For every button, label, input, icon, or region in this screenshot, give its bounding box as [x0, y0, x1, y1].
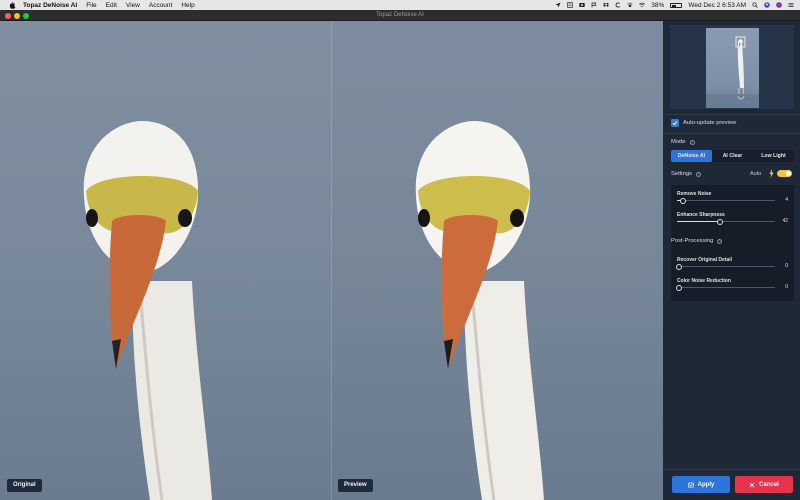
mode-title: Mode [671, 139, 686, 145]
apply-icon [687, 482, 694, 488]
slider-knob[interactable] [676, 263, 682, 270]
control-center-icon[interactable] [788, 2, 794, 8]
mode-low-light-button[interactable]: Low Light [753, 150, 794, 162]
remove-noise-slider[interactable]: Remove Noise 4 [677, 191, 788, 204]
flag-icon[interactable] [591, 2, 597, 8]
apply-label: Apply [697, 481, 715, 488]
slider-label: Color Noise Reduction [677, 278, 731, 284]
mode-header: Mode ? [671, 139, 695, 145]
paw-icon[interactable] [627, 2, 633, 8]
help-icon[interactable]: ? [695, 171, 701, 177]
window-titlebar[interactable]: Topaz DeNoise AI [0, 10, 800, 21]
navigator-box[interactable] [670, 25, 794, 109]
original-label: Original [7, 479, 42, 492]
slider-knob[interactable] [676, 284, 682, 291]
thumbnail-egret-image [706, 36, 759, 108]
settings-title: Settings [671, 171, 692, 177]
recover-original-detail-slider[interactable]: Recover Original Detail 0 [676, 257, 788, 270]
mode-denoise-ai-button[interactable]: DeNoise AI [671, 150, 712, 162]
panel-separator [663, 469, 800, 470]
battery-icon[interactable] [670, 2, 683, 8]
status-area: 38% Wed Dec 2 6:53 AM [555, 0, 794, 10]
preview-egret-image [415, 121, 544, 500]
slider-knob[interactable] [679, 197, 686, 204]
slider-track[interactable] [677, 287, 775, 288]
window-title: Topaz DeNoise AI [376, 12, 424, 18]
slider-label: Enhance Sharpness [677, 212, 725, 218]
slider-fill [677, 221, 719, 222]
slider-value: 0 [785, 284, 788, 290]
settings-panel: Auto-update preview Mode ? DeNoise AI AI… [663, 21, 800, 500]
cancel-label: Cancel [759, 481, 779, 488]
slider-track[interactable] [677, 266, 775, 267]
auto-label: Auto [750, 171, 762, 177]
menu-account[interactable]: Account [149, 2, 173, 9]
post-processing-card: Recover Original Detail 0 Color Noise Re… [671, 251, 794, 301]
post-processing-header: Post-Processing ? [671, 238, 723, 244]
preview-pane[interactable]: Preview [332, 21, 663, 500]
search-icon[interactable] [752, 2, 758, 8]
auto-update-row[interactable]: Auto-update preview [671, 119, 736, 127]
settings-card: Remove Noise 4 Enhance Sharpness 42 [671, 185, 794, 255]
settings-header: Settings ? [671, 171, 701, 177]
menu-help[interactable]: Help [181, 2, 194, 9]
apply-button[interactable]: Apply [672, 476, 730, 493]
help-icon[interactable]: ? [689, 139, 695, 145]
clock[interactable]: Wed Dec 2 6:53 AM [688, 2, 746, 9]
notes-icon[interactable] [567, 2, 573, 8]
color-noise-reduction-slider[interactable]: Color Noise Reduction 0 [676, 278, 788, 291]
auto-update-checkbox[interactable] [671, 119, 679, 127]
apple-icon[interactable] [8, 1, 16, 9]
preview-label: Preview [338, 479, 373, 492]
slider-value: 42 [782, 218, 788, 224]
bolt-icon [769, 169, 774, 178]
user-avatar-icon[interactable] [764, 2, 770, 8]
enhance-sharpness-slider[interactable]: Enhance Sharpness 42 [677, 212, 788, 225]
screen-record-icon[interactable] [579, 2, 585, 8]
slider-label: Recover Original Detail [677, 257, 733, 263]
image-viewer[interactable]: Original Preview [0, 21, 663, 500]
auto-toggle[interactable] [777, 170, 792, 177]
menu-edit[interactable]: Edit [106, 2, 117, 9]
post-processing-title: Post-Processing [671, 238, 714, 244]
c-app-icon[interactable] [615, 2, 621, 8]
location-arrow-icon[interactable] [555, 2, 561, 8]
dropbox-icon[interactable] [603, 2, 610, 8]
menu-file[interactable]: File [86, 2, 96, 9]
slider-track[interactable] [677, 200, 775, 201]
mode-ai-clear-button[interactable]: AI Clear [712, 150, 753, 162]
cancel-button[interactable]: Cancel [735, 476, 793, 493]
slider-label: Remove Noise [677, 191, 712, 197]
slider-value: 0 [785, 263, 788, 269]
slider-value: 4 [785, 197, 788, 203]
wifi-icon[interactable] [639, 2, 646, 8]
battery-percent: 38% [651, 1, 665, 9]
panel-separator [663, 114, 800, 115]
siri-icon[interactable] [776, 2, 782, 8]
menu-view[interactable]: View [126, 2, 140, 9]
menu-bar: Topaz DeNoise AI File Edit View Account … [0, 0, 800, 10]
checkmark-icon [672, 121, 678, 126]
help-icon[interactable]: ? [717, 238, 723, 244]
slider-knob[interactable] [717, 218, 724, 225]
original-egret-image [83, 121, 212, 500]
auto-update-label: Auto-update preview [683, 120, 737, 126]
mode-selector: DeNoise AI AI Clear Low Light [671, 150, 794, 162]
original-pane[interactable]: Original [0, 21, 332, 500]
app-menu-name[interactable]: Topaz DeNoise AI [23, 2, 77, 9]
cancel-x-icon [749, 482, 755, 487]
panel-separator [663, 133, 800, 134]
navigator-thumbnail[interactable] [706, 28, 759, 108]
